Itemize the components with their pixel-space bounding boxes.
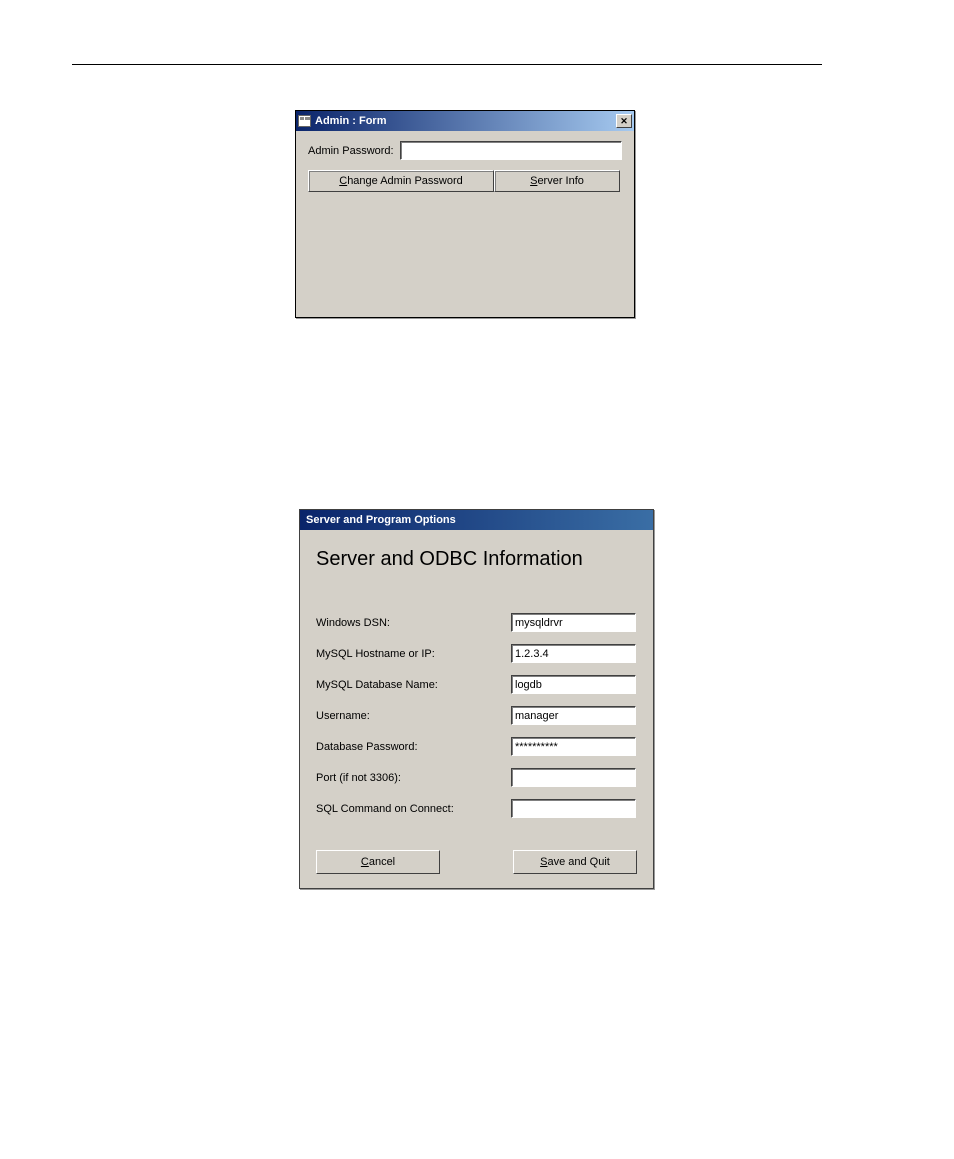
mysql-db-input[interactable] [511,675,636,694]
username-row: Username: [316,706,637,725]
admin-form-window: Admin : Form ✕ Admin Password: Change Ad… [295,110,635,318]
sql-command-label: SQL Command on Connect: [316,803,511,815]
mysql-host-label: MySQL Hostname or IP: [316,648,511,660]
windows-dsn-row: Windows DSN: [316,613,637,632]
sql-command-row: SQL Command on Connect: [316,799,637,818]
admin-password-input[interactable] [400,141,622,160]
port-input[interactable] [511,768,636,787]
mysql-host-row: MySQL Hostname or IP: [316,644,637,663]
form-icon [298,115,311,127]
mysql-db-label: MySQL Database Name: [316,679,511,691]
mysql-host-input[interactable] [511,644,636,663]
admin-password-label: Admin Password: [308,145,394,157]
port-label: Port (if not 3306): [316,772,511,784]
page-divider [72,64,822,65]
db-password-label: Database Password: [316,741,511,753]
sql-command-input[interactable] [511,799,636,818]
username-input[interactable] [511,706,636,725]
mysql-db-row: MySQL Database Name: [316,675,637,694]
admin-titlebar: Admin : Form ✕ [296,111,634,131]
windows-dsn-input[interactable] [511,613,636,632]
db-password-input[interactable] [511,737,636,756]
port-row: Port (if not 3306): [316,768,637,787]
server-options-title: Server and Program Options [302,514,456,526]
server-options-titlebar: Server and Program Options [300,510,653,530]
server-info-button[interactable]: Server Info [494,170,620,192]
close-icon[interactable]: ✕ [616,114,632,128]
cancel-button[interactable]: Cancel [316,850,440,874]
change-admin-password-button[interactable]: Change Admin Password [308,170,494,192]
username-label: Username: [316,710,511,722]
save-and-quit-button[interactable]: Save and Quit [513,850,637,874]
windows-dsn-label: Windows DSN: [316,617,511,629]
db-password-row: Database Password: [316,737,637,756]
server-odbc-heading: Server and ODBC Information [316,548,637,571]
server-options-window: Server and Program Options Server and OD… [299,509,654,889]
admin-window-title: Admin : Form [315,115,387,127]
